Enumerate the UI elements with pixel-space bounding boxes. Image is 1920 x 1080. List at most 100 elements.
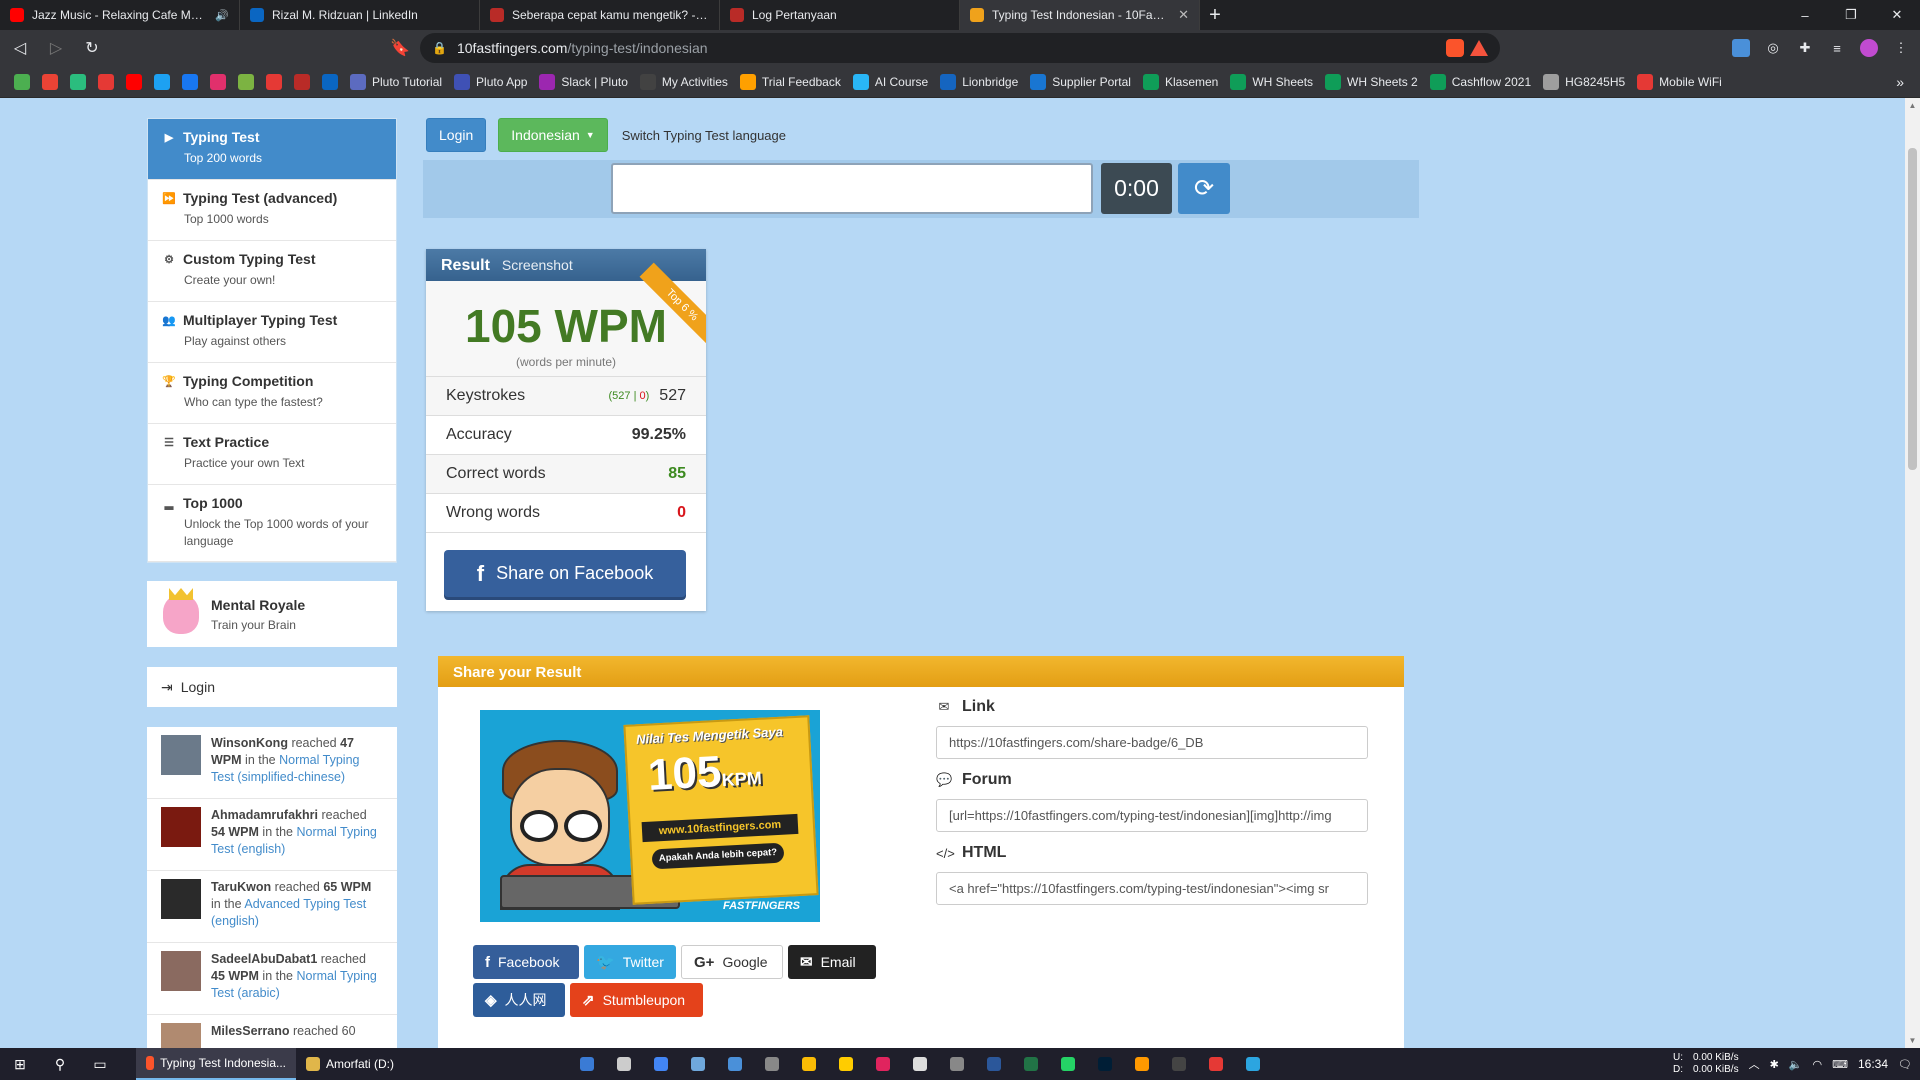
new-tab-button[interactable]: +	[1200, 0, 1230, 30]
reload-icon[interactable]: ↻	[76, 32, 108, 64]
taskbar-app-icon[interactable]	[716, 1048, 753, 1080]
bookmark-item[interactable]: Trial Feedback	[739, 73, 841, 90]
sidebar-item-custom-typing-test[interactable]: ⚙ Custom Typing Test Create your own!	[148, 241, 396, 302]
sidebar-item-text-practice[interactable]: ☰ Text Practice Practice your own Text	[148, 424, 396, 485]
address-bar[interactable]: 🔒 10fastfingers.com/typing-test/indonesi…	[420, 33, 1500, 63]
taskbar-app-icon[interactable]	[753, 1048, 790, 1080]
mental-royale-card[interactable]: Mental Royale Train your Brain	[147, 581, 397, 647]
taskbar-app-icon[interactable]	[605, 1048, 642, 1080]
taskbar-task[interactable]: Typing Test Indonesia...	[136, 1048, 296, 1080]
bookmark-item[interactable]	[294, 73, 310, 90]
playlist-icon[interactable]: ≡	[1828, 39, 1846, 57]
tray-chevron-icon[interactable]: ︿	[1749, 1056, 1760, 1072]
avatar[interactable]	[161, 879, 201, 919]
feed-user[interactable]: MilesSerrano	[211, 1024, 290, 1038]
bookmark-item[interactable]	[14, 73, 30, 90]
taskbar-app-icon[interactable]	[901, 1048, 938, 1080]
browser-tab[interactable]: Typing Test Indonesian - 10FastFin ✕	[960, 0, 1200, 30]
taskbar-app-icon[interactable]	[642, 1048, 679, 1080]
brave-shield-icon[interactable]	[1446, 39, 1464, 57]
notification-icon[interactable]: 🗨	[1898, 1058, 1912, 1071]
bookmark-item[interactable]	[210, 73, 226, 90]
taskbar-app-icon[interactable]	[938, 1048, 975, 1080]
bookmark-item[interactable]: HG8245H5	[1543, 73, 1625, 90]
avatar[interactable]	[161, 807, 201, 847]
minimize-icon[interactable]: –	[1782, 0, 1828, 30]
avatar[interactable]	[161, 951, 201, 991]
bookmark-item[interactable]	[70, 73, 86, 90]
bookmark-item[interactable]: Supplier Portal	[1030, 73, 1131, 90]
bookmark-item[interactable]: WH Sheets	[1230, 73, 1313, 90]
scroll-down-icon[interactable]: ▼	[1905, 1033, 1920, 1048]
taskbar-app-icon[interactable]	[1012, 1048, 1049, 1080]
scroll-up-icon[interactable]: ▲	[1905, 98, 1920, 113]
bookmarks-overflow-icon[interactable]: »	[1896, 66, 1904, 98]
taskbar-app-icon[interactable]	[1049, 1048, 1086, 1080]
html-field[interactable]: <a href="https://10fastfingers.com/typin…	[936, 872, 1368, 905]
bookmark-item[interactable]: My Activities	[639, 73, 728, 90]
taskbar-task[interactable]: Amorfati (D:)	[296, 1048, 456, 1080]
profile-avatar[interactable]	[1860, 39, 1878, 57]
browser-tab[interactable]: Rizal M. Ridzuan | LinkedIn	[240, 0, 480, 30]
bookmark-item[interactable]: Mobile WiFi	[1637, 73, 1722, 90]
bookmark-item[interactable]: Lionbridge	[940, 73, 1018, 90]
facebook-share-button[interactable]: f Facebook	[473, 945, 579, 979]
email-share-button[interactable]: ✉ Email	[788, 945, 876, 979]
menu-icon[interactable]: ⋮	[1892, 39, 1910, 57]
taskbar-app-icon[interactable]	[827, 1048, 864, 1080]
bookmark-item[interactable]	[322, 73, 338, 90]
result-tab[interactable]: Result	[441, 257, 490, 275]
taskbar-app-icon[interactable]	[864, 1048, 901, 1080]
back-icon[interactable]: ◁	[4, 32, 36, 64]
twitter-share-button[interactable]: 🐦 Twitter	[584, 945, 676, 979]
taskbar-app-icon[interactable]	[1234, 1048, 1271, 1080]
taskbar-app-icon[interactable]	[1160, 1048, 1197, 1080]
sidebar-login[interactable]: ⇥ Login	[147, 667, 397, 707]
page-scrollbar[interactable]: ▲ ▼	[1905, 98, 1920, 1048]
feed-user[interactable]: TaruKwon	[211, 880, 271, 894]
feed-user[interactable]: Ahmadamrufakhri	[211, 808, 318, 822]
bookmark-item[interactable]	[266, 73, 282, 90]
reset-button[interactable]: ⟳	[1178, 163, 1230, 214]
bookmark-item[interactable]: WH Sheets 2	[1325, 73, 1418, 90]
browser-tab[interactable]: Log Pertanyaan	[720, 0, 960, 30]
sidebar-item-multiplayer-typing-test[interactable]: 👥 Multiplayer Typing Test Play against o…	[148, 302, 396, 363]
sidebar-item-typing-test[interactable]: ▶ Typing Test Top 200 words	[148, 119, 396, 180]
bookmark-item[interactable]	[42, 73, 58, 90]
scrollbar-thumb[interactable]	[1908, 148, 1917, 470]
link-field[interactable]: https://10fastfingers.com/share-badge/6_…	[936, 726, 1368, 759]
feed-user[interactable]: SadeelAbuDabat1	[211, 952, 317, 966]
sidebar-item-typing-test-advanced[interactable]: ⏩ Typing Test (advanced) Top 1000 words	[148, 180, 396, 241]
clock[interactable]: 16:34	[1858, 1057, 1888, 1071]
screenshot-tab[interactable]: Screenshot	[502, 257, 573, 273]
bookmark-item[interactable]: Pluto Tutorial	[350, 73, 442, 90]
windows-start-icon[interactable]: ⊞	[0, 1048, 40, 1080]
bookmark-item[interactable]: Pluto App	[454, 73, 527, 90]
restore-icon[interactable]: ❐	[1828, 0, 1874, 30]
bookmark-item[interactable]	[126, 73, 142, 90]
bookmark-item[interactable]: AI Course	[852, 73, 928, 90]
volume-icon[interactable]: 🔈	[1789, 1058, 1803, 1071]
language-dropdown[interactable]: Indonesian ▼	[498, 118, 608, 152]
sidebar-item-top-1000[interactable]: ▂ Top 1000 Unlock the Top 1000 words of …	[148, 485, 396, 562]
browser-tab[interactable]: Jazz Music - Relaxing Cafe Music - 🔊	[0, 0, 240, 30]
stumbleupon-share-button[interactable]: ⇗ Stumbleupon	[570, 983, 703, 1017]
forum-field[interactable]: [url=https://10fastfingers.com/typing-te…	[936, 799, 1368, 832]
taskbar-app-icon[interactable]	[790, 1048, 827, 1080]
avatar[interactable]	[161, 735, 201, 775]
close-window-icon[interactable]: ✕	[1874, 0, 1920, 30]
wifi-icon[interactable]: ◠	[1813, 1058, 1823, 1071]
taskbar-app-icon[interactable]	[1197, 1048, 1234, 1080]
keyboard-icon[interactable]: ⌨	[1832, 1058, 1848, 1071]
cast-icon[interactable]	[1732, 39, 1750, 57]
share-on-facebook-button[interactable]: f Share on Facebook	[444, 550, 686, 597]
bookmark-item[interactable]: Slack | Pluto	[539, 73, 628, 90]
search-icon[interactable]: ⚲	[40, 1048, 80, 1080]
taskbar-app-icon[interactable]	[679, 1048, 716, 1080]
taskbar-app-icon[interactable]	[1123, 1048, 1160, 1080]
puzzle-icon[interactable]: ✚	[1796, 39, 1814, 57]
network-icon[interactable]: ✱	[1770, 1058, 1779, 1071]
brave-rewards-icon[interactable]	[1470, 40, 1488, 56]
bookmark-item[interactable]: Cashflow 2021	[1429, 73, 1531, 90]
bookmark-item[interactable]	[238, 73, 254, 90]
